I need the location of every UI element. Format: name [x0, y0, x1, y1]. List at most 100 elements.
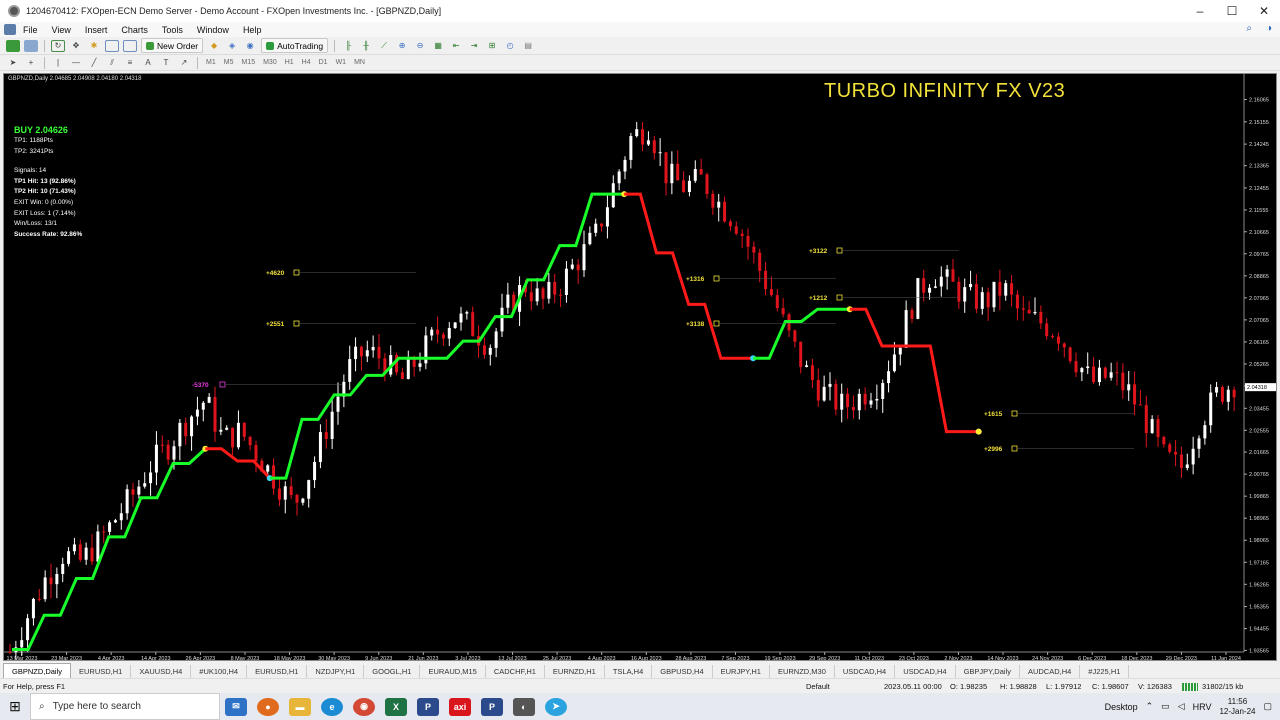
signals-icon[interactable]: ◈ — [225, 40, 239, 52]
chevron-up-icon[interactable]: ⌃ — [1146, 701, 1154, 712]
terminal-icon[interactable] — [105, 39, 119, 52]
trendline-icon[interactable]: ╱ — [87, 57, 101, 69]
chart-tab[interactable]: GOOGL,H1 — [364, 665, 421, 678]
timeframe-h1[interactable]: H1 — [281, 59, 298, 66]
minimize-button[interactable]: – — [1184, 0, 1216, 22]
profiles-icon[interactable] — [24, 39, 38, 52]
candle-body — [67, 551, 71, 564]
chart-tab[interactable]: GBPNZD,Daily — [3, 663, 72, 678]
chart-tab[interactable]: CADCHF,H1 — [486, 665, 545, 678]
chart-tab[interactable]: EURJPY,H1 — [713, 665, 770, 678]
timeframe-d1[interactable]: D1 — [315, 59, 332, 66]
price-tick-label: 2.11555 — [1249, 208, 1268, 214]
menu-help[interactable]: Help — [236, 25, 269, 35]
chart-tab[interactable]: TSLA,H4 — [605, 665, 653, 678]
menu-insert[interactable]: Insert — [78, 25, 115, 35]
network-icon[interactable]: ▭ — [1161, 701, 1170, 712]
horizontal-line-icon[interactable]: — — [69, 57, 83, 69]
chart-tab[interactable]: XAUUSD,H4 — [131, 665, 192, 678]
timeframe-m1[interactable]: M1 — [202, 59, 220, 66]
chart-window[interactable]: 2.16065 2.15155 2.14245 2.13365 2.12455 2.115… — [3, 73, 1277, 661]
candlestick-icon[interactable]: ╫ — [359, 40, 373, 52]
menu-window[interactable]: Window — [190, 25, 236, 35]
language-indicator[interactable]: HRV — [1193, 702, 1212, 712]
volume-icon[interactable]: ◁ — [1178, 701, 1185, 712]
vertical-line-icon[interactable]: | — [51, 57, 65, 69]
chart-tab[interactable]: EURNZD,H1 — [545, 665, 605, 678]
excel-icon[interactable]: X — [385, 697, 407, 716]
timeframe-m15[interactable]: M15 — [237, 59, 259, 66]
timeframe-mn[interactable]: MN — [350, 59, 369, 66]
chart-tab[interactable]: AUDCAD,H4 — [1020, 665, 1081, 678]
search-icon[interactable]: ⌕ — [1246, 23, 1252, 34]
axi-icon[interactable]: axi — [449, 697, 471, 716]
candle-body — [55, 573, 59, 585]
timeframe-m30[interactable]: M30 — [259, 59, 281, 66]
price-chart[interactable]: 2.16065 2.15155 2.14245 2.13365 2.12455 2.115… — [4, 74, 1277, 661]
cursor-icon[interactable]: ➤ — [6, 57, 20, 69]
notifications-icon[interactable]: ▢ — [1263, 701, 1272, 712]
chrome-icon[interactable]: ◉ — [353, 697, 375, 716]
chart-tab[interactable]: #J225,H1 — [1080, 665, 1130, 678]
chart-tab[interactable]: GBPJPY,Daily — [956, 665, 1020, 678]
text-icon[interactable]: A — [141, 57, 155, 69]
new-chart-icon[interactable] — [6, 39, 20, 52]
telegram-icon[interactable]: ➤ — [545, 697, 567, 716]
market-icon[interactable]: ◉ — [243, 40, 257, 52]
taskbar-search-input[interactable]: ⌕ Type here to search — [30, 693, 220, 720]
channel-icon[interactable]: ⫽ — [105, 57, 119, 69]
maximize-button[interactable]: ☐ — [1216, 0, 1248, 22]
zoom-in-icon[interactable]: ⊕ — [395, 40, 409, 52]
chart-tab[interactable]: USDCAD,H4 — [835, 665, 896, 678]
community-icon[interactable]: ◑ — [1266, 23, 1272, 34]
trading-app-2-icon[interactable]: P — [481, 697, 503, 716]
chart-tab[interactable]: GBPUSD,H4 — [652, 665, 713, 678]
autotrading-button[interactable]: AutoTrading — [261, 38, 329, 53]
desktop-toolbar-label[interactable]: Desktop — [1105, 702, 1138, 712]
timeframe-h4[interactable]: H4 — [298, 59, 315, 66]
chart-shift-icon[interactable]: ⇤ — [449, 40, 463, 52]
chart-tab[interactable]: NZDJPY,H1 — [307, 665, 365, 678]
navigator-icon[interactable]: ✱ — [87, 40, 101, 52]
data-window-icon[interactable]: ✥ — [69, 40, 83, 52]
menu-charts[interactable]: Charts — [114, 25, 155, 35]
connection-status-icon[interactable] — [1182, 683, 1198, 691]
menu-view[interactable]: View — [45, 25, 78, 35]
indicators-icon[interactable]: ⊞ — [485, 40, 499, 52]
metatrader-icon[interactable]: ◐ — [513, 697, 535, 716]
crosshair-icon[interactable]: + — [24, 57, 38, 69]
market-watch-icon[interactable]: ↻ — [51, 39, 65, 52]
tile-windows-icon[interactable]: ▦ — [431, 40, 445, 52]
mail-icon[interactable]: ✉ — [225, 697, 247, 716]
trading-app-icon[interactable]: P — [417, 697, 439, 716]
line-chart-icon[interactable]: ⟋ — [377, 40, 391, 52]
timeframe-w1[interactable]: W1 — [332, 59, 351, 66]
status-volume: V: 126383 — [1138, 682, 1172, 691]
taskbar-clock[interactable]: 11:56 12-Jan-24 — [1219, 697, 1255, 717]
metaeditor-icon[interactable]: ◆ — [207, 40, 221, 52]
periods-icon[interactable]: ◴ — [503, 40, 517, 52]
menu-file[interactable]: File — [16, 25, 45, 35]
timeframe-m5[interactable]: M5 — [220, 59, 238, 66]
fibonacci-icon[interactable]: ≡ — [123, 57, 137, 69]
zoom-out-icon[interactable]: ⊖ — [413, 40, 427, 52]
close-button[interactable]: ✕ — [1248, 0, 1280, 22]
file-explorer-icon[interactable]: ▬ — [289, 697, 311, 716]
chart-tab[interactable]: EURNZD,M30 — [770, 665, 835, 678]
chart-tab[interactable]: EURUSD,H1 — [247, 665, 308, 678]
strategy-tester-icon[interactable] — [123, 39, 137, 52]
bar-chart-icon[interactable]: ╟ — [341, 40, 355, 52]
chart-tab[interactable]: EURUSD,H1 — [71, 665, 132, 678]
windows-start-icon[interactable]: ⊞ — [0, 693, 30, 720]
templates-icon[interactable]: ▤ — [521, 40, 535, 52]
chart-tab[interactable]: #UK100,H4 — [191, 665, 248, 678]
menu-tools[interactable]: Tools — [155, 25, 190, 35]
autoscroll-icon[interactable]: ⇥ — [467, 40, 481, 52]
firefox-icon[interactable]: ● — [257, 697, 279, 716]
new-order-button[interactable]: New Order — [141, 38, 204, 53]
chart-tab[interactable]: EURAUD,M15 — [420, 665, 486, 678]
text-label-icon[interactable]: T — [159, 57, 173, 69]
edge-icon[interactable]: e — [321, 697, 343, 716]
chart-tab[interactable]: USDCAD,H4 — [895, 665, 956, 678]
arrows-icon[interactable]: ↗ — [177, 57, 191, 69]
